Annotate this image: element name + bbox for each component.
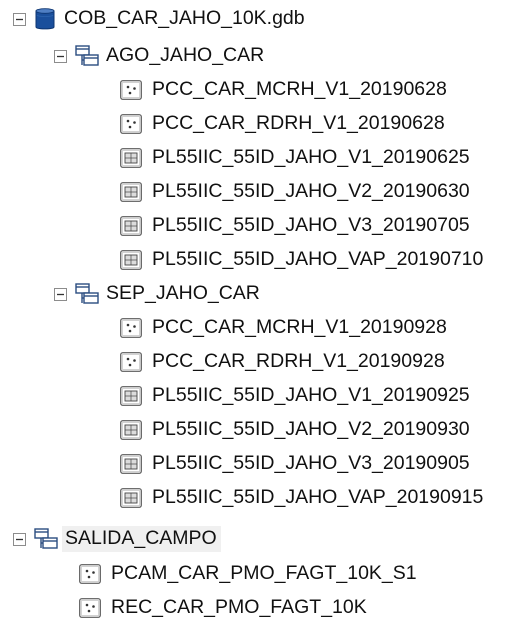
polygon-feature-class-icon: [120, 250, 142, 270]
tree-node-label: REC_CAR_PMO_FAGT_10K: [111, 596, 367, 619]
tree-node-label: PL55IIC_55ID_JAHO_V3_20190905: [152, 452, 470, 475]
tree-node-feature-class[interactable]: PCC_CAR_RDRH_V1_20190628: [120, 107, 445, 141]
tree-node-label: PCC_CAR_RDRH_V1_20190928: [152, 350, 445, 373]
tree-node-feature-class[interactable]: PL55IIC_55ID_JAHO_V2_20190630: [120, 175, 470, 209]
tree-node-label: PL55IIC_55ID_JAHO_V1_20190625: [152, 146, 470, 169]
tree-node-label: PL55IIC_55ID_JAHO_VAP_20190710: [152, 248, 484, 271]
tree-node-label: AGO_JAHO_CAR: [106, 44, 265, 67]
point-feature-class-icon: [79, 598, 101, 618]
tree-node-feature-class[interactable]: PCC_CAR_MCRH_V1_20190928: [120, 311, 447, 345]
point-feature-class-icon: [120, 80, 142, 100]
feature-dataset-icon: [34, 528, 58, 550]
tree-node-feature-class[interactable]: PCC_CAR_RDRH_V1_20190928: [120, 345, 445, 379]
tree-node-label: PL55IIC_55ID_JAHO_V1_20190925: [152, 384, 470, 407]
point-feature-class-icon: [120, 318, 142, 338]
tree-node-geodatabase[interactable]: COB_CAR_JAHO_10K.gdb: [13, 2, 305, 36]
collapse-icon[interactable]: [13, 13, 26, 26]
tree-node-dataset-sep[interactable]: SEP_JAHO_CAR: [54, 277, 260, 311]
tree-node-feature-class[interactable]: PCC_CAR_MCRH_V1_20190628: [120, 73, 447, 107]
catalog-tree: COB_CAR_JAHO_10K.gdb AGO_JAHO_CAR PCC_CA…: [0, 0, 526, 623]
tree-node-feature-class[interactable]: PCAM_CAR_PMO_FAGT_10K_S1: [79, 557, 417, 591]
tree-node-label: PCC_CAR_MCRH_V1_20190628: [152, 78, 447, 101]
collapse-icon[interactable]: [54, 288, 67, 301]
polygon-feature-class-icon: [120, 182, 142, 202]
tree-node-feature-class[interactable]: PL55IIC_55ID_JAHO_V2_20190930: [120, 413, 470, 447]
tree-node-label: PCAM_CAR_PMO_FAGT_10K_S1: [111, 562, 417, 585]
polygon-feature-class-icon: [120, 148, 142, 168]
tree-node-label-selected: SALIDA_CAMPO: [62, 525, 221, 553]
geodatabase-icon: [34, 7, 56, 31]
tree-node-dataset-ago[interactable]: AGO_JAHO_CAR: [54, 39, 264, 73]
tree-node-label: COB_CAR_JAHO_10K.gdb: [64, 7, 305, 30]
tree-node-label: PCC_CAR_MCRH_V1_20190928: [152, 316, 447, 339]
tree-node-label: PL55IIC_55ID_JAHO_V2_20190630: [152, 180, 470, 203]
polygon-feature-class-icon: [120, 386, 142, 406]
feature-dataset-icon: [75, 45, 99, 67]
point-feature-class-icon: [120, 352, 142, 372]
point-feature-class-icon: [79, 564, 101, 584]
tree-node-label: PL55IIC_55ID_JAHO_V3_20190705: [152, 214, 470, 237]
tree-node-feature-class[interactable]: REC_CAR_PMO_FAGT_10K: [79, 591, 367, 625]
feature-dataset-icon: [75, 283, 99, 305]
tree-node-feature-class[interactable]: PL55IIC_55ID_JAHO_VAP_20190915: [120, 481, 483, 515]
polygon-feature-class-icon: [120, 420, 142, 440]
collapse-icon[interactable]: [54, 50, 67, 63]
collapse-icon[interactable]: [13, 533, 26, 546]
tree-node-feature-class[interactable]: PL55IIC_55ID_JAHO_V3_20190705: [120, 209, 470, 243]
tree-node-feature-class[interactable]: PL55IIC_55ID_JAHO_V3_20190905: [120, 447, 470, 481]
tree-node-label: PL55IIC_55ID_JAHO_V2_20190930: [152, 418, 470, 441]
tree-node-feature-class[interactable]: PL55IIC_55ID_JAHO_V1_20190925: [120, 379, 470, 413]
tree-node-feature-class[interactable]: PL55IIC_55ID_JAHO_V1_20190625: [120, 141, 470, 175]
polygon-feature-class-icon: [120, 454, 142, 474]
polygon-feature-class-icon: [120, 488, 142, 508]
point-feature-class-icon: [120, 114, 142, 134]
tree-node-feature-class[interactable]: PL55IIC_55ID_JAHO_VAP_20190710: [120, 243, 483, 277]
tree-node-dataset-salida[interactable]: SALIDA_CAMPO: [13, 522, 221, 556]
tree-node-label: SEP_JAHO_CAR: [106, 282, 260, 305]
tree-node-label: PCC_CAR_RDRH_V1_20190628: [152, 112, 445, 135]
tree-node-label: PL55IIC_55ID_JAHO_VAP_20190915: [152, 486, 484, 509]
polygon-feature-class-icon: [120, 216, 142, 236]
